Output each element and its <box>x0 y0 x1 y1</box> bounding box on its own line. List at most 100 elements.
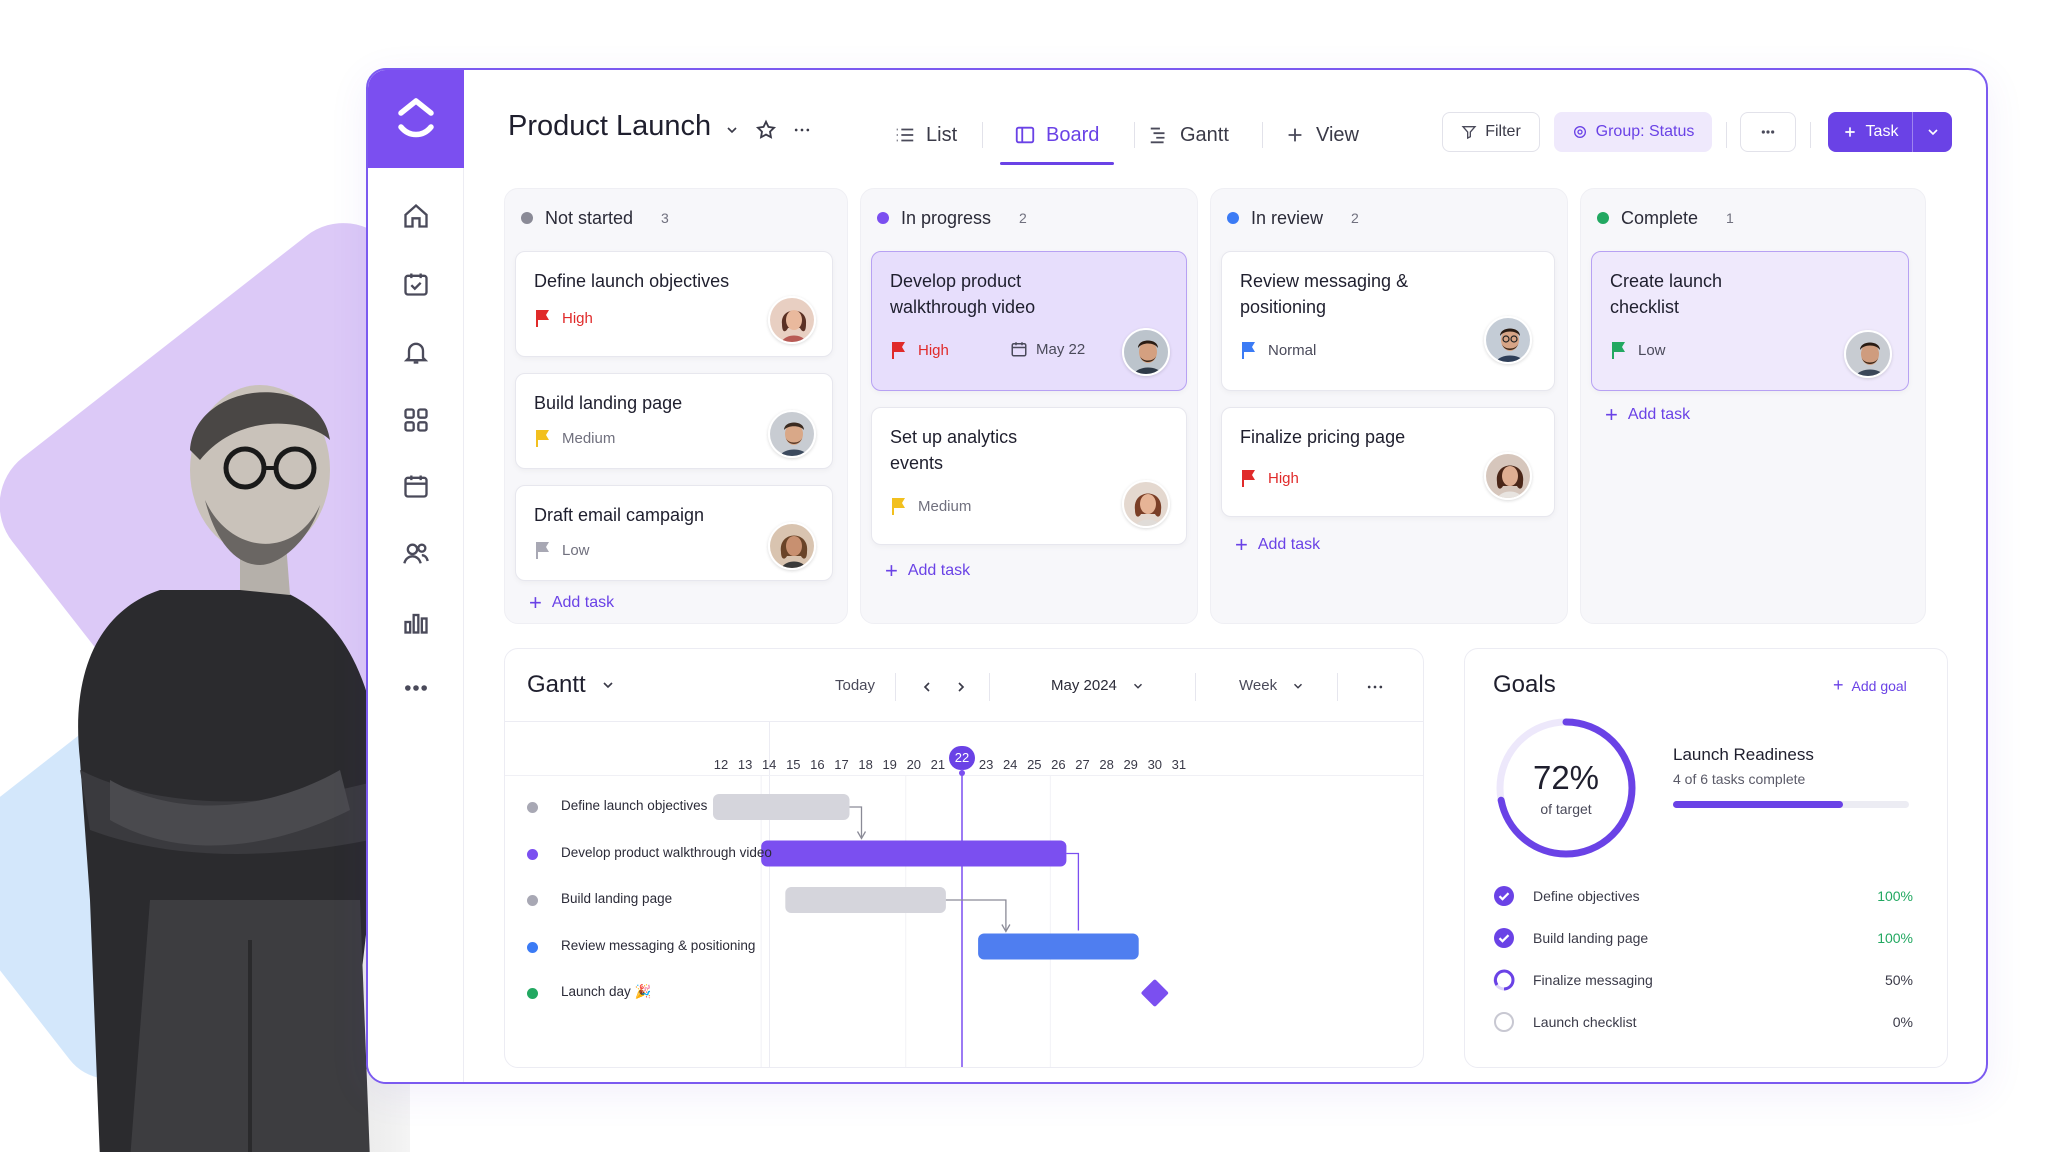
avatar[interactable] <box>1484 316 1532 364</box>
goal-item[interactable]: Launch checklist 0% <box>1493 1011 1913 1033</box>
avatar[interactable] <box>768 522 816 570</box>
people-icon[interactable] <box>396 534 436 574</box>
add-task-button[interactable]: + Add task <box>529 590 614 615</box>
readiness-title: Launch Readiness <box>1673 745 1814 764</box>
check-circle-icon <box>1494 886 1514 906</box>
task-card[interactable]: Draft email campaign Low <box>515 485 833 581</box>
goal-label: Define objectives <box>1533 888 1640 904</box>
add-task-button[interactable]: + Add task <box>1235 532 1320 557</box>
column-header: Not started 3 <box>521 203 669 233</box>
task-card-selected[interactable]: Develop product walkthrough video High M… <box>871 251 1187 391</box>
add-goal-button[interactable]: + Add goal <box>1833 675 1907 696</box>
add-task-button[interactable]: + Add task <box>885 560 970 582</box>
avatar[interactable] <box>1122 480 1170 528</box>
sidebar <box>368 70 464 1082</box>
more-options-icon[interactable] <box>788 116 816 144</box>
chart-icon[interactable] <box>396 602 436 642</box>
plus-icon: + <box>1235 532 1248 557</box>
new-task-button: Task <box>1828 112 1952 152</box>
app-window: Product Launch List Board Gantt View Fil… <box>366 68 1988 1084</box>
column-complete: Complete 1 Create launch checklist Low +… <box>1580 188 1926 624</box>
tab-gantt[interactable]: Gantt <box>1148 110 1229 160</box>
check-circle-icon <box>1494 928 1514 948</box>
plus-icon: + <box>529 590 542 615</box>
avatar[interactable] <box>1844 330 1892 378</box>
tab-board[interactable]: Board <box>1014 110 1099 160</box>
goal-item[interactable]: Build landing page 100% <box>1493 927 1913 949</box>
avatar[interactable] <box>1122 328 1170 376</box>
avatar[interactable] <box>768 410 816 458</box>
gantt-row-dot <box>527 802 538 813</box>
goals-title: Goals <box>1493 671 1556 698</box>
goal-label: Build landing page <box>1533 930 1649 946</box>
tasks-calendar-icon[interactable] <box>396 264 436 304</box>
column-header: In review 2 <box>1227 203 1359 233</box>
chevron-down-icon[interactable] <box>720 118 744 142</box>
readiness-progress-fill <box>1673 801 1843 808</box>
ellipsis-icon <box>1761 130 1775 134</box>
gantt-row-label[interactable]: Develop product walkthrough video <box>561 845 772 860</box>
logo-icon <box>398 98 434 138</box>
bell-icon[interactable] <box>396 332 436 372</box>
empty-circle-icon <box>1494 1012 1514 1032</box>
column-header: In progress 2 <box>877 203 1027 233</box>
gantt-row-label[interactable]: Define launch objectives <box>561 798 707 813</box>
goal-value: 100% <box>1877 930 1913 946</box>
goal-value: 100% <box>1877 888 1913 904</box>
goal-value: 0% <box>1892 1014 1913 1030</box>
status-dot <box>521 212 533 224</box>
more-icon[interactable] <box>396 668 436 708</box>
group-status-button[interactable]: Group: Status <box>1554 112 1712 152</box>
plus-icon <box>1844 127 1855 137</box>
task-card[interactable]: Set up analytics events Medium <box>871 407 1187 545</box>
priority-normal: Normal <box>1240 340 1316 360</box>
gantt-dependency <box>849 806 863 838</box>
priority-medium: Medium <box>534 428 615 448</box>
task-card[interactable]: Define launch objectives High <box>515 251 833 357</box>
app-logo[interactable] <box>368 70 464 168</box>
star-icon[interactable] <box>752 116 780 144</box>
gantt-row-label[interactable]: Launch day 🎉 <box>561 984 651 1000</box>
gantt-row-dot <box>527 848 538 860</box>
calendar-icon[interactable] <box>396 466 436 506</box>
avatar[interactable] <box>768 296 816 344</box>
home-icon[interactable] <box>396 196 436 236</box>
flag-icon <box>892 342 905 359</box>
gantt-row-label[interactable]: Build landing page <box>561 891 672 906</box>
task-card[interactable]: Build landing page Medium <box>515 373 833 469</box>
filter-button[interactable]: Filter <box>1442 112 1540 152</box>
goal-label: Launch checklist <box>1533 1014 1637 1030</box>
plus-icon: + <box>1605 402 1618 427</box>
task-card[interactable]: Finalize pricing page High <box>1221 407 1555 517</box>
goal-label: Finalize messaging <box>1533 972 1653 988</box>
grid-icon[interactable] <box>396 400 436 440</box>
flag-icon <box>1612 342 1625 359</box>
gantt-dependency <box>1066 852 1080 931</box>
add-task-button[interactable]: + Add task <box>1605 402 1690 427</box>
ring-value: 72% <box>1532 759 1600 796</box>
priority-high: High <box>534 308 593 328</box>
filter-icon <box>1461 126 1477 140</box>
gantt-bar[interactable] <box>785 887 946 913</box>
more-toolbar-button[interactable] <box>1740 112 1796 152</box>
flag-icon <box>536 310 549 327</box>
task-dropdown-button[interactable] <box>1912 112 1952 152</box>
gantt-bar[interactable] <box>761 840 1067 867</box>
add-task-main-button[interactable]: Task <box>1828 112 1912 152</box>
column-not-started: Not started 3 Define launch objectives H… <box>504 188 848 624</box>
goal-item[interactable]: Finalize messaging 50% <box>1493 969 1913 991</box>
flag-icon <box>1242 470 1255 487</box>
gantt-bar[interactable] <box>713 794 850 820</box>
task-card[interactable]: Create launch checklist Low <box>1591 251 1909 391</box>
gantt-milestone[interactable] <box>1141 979 1169 1007</box>
goal-item[interactable]: Define objectives 100% <box>1493 885 1913 907</box>
avatar[interactable] <box>1484 452 1532 500</box>
group-icon <box>1573 126 1586 138</box>
tab-list[interactable]: List <box>894 110 957 160</box>
tab-add-view[interactable]: View <box>1284 110 1359 160</box>
gantt-row-label[interactable]: Review messaging & positioning <box>561 938 755 953</box>
gantt-bar[interactable] <box>978 933 1139 960</box>
page-title[interactable]: Product Launch <box>508 110 711 143</box>
goal-value: 50% <box>1884 972 1913 988</box>
task-card[interactable]: Review messaging & positioning Normal <box>1221 251 1555 391</box>
